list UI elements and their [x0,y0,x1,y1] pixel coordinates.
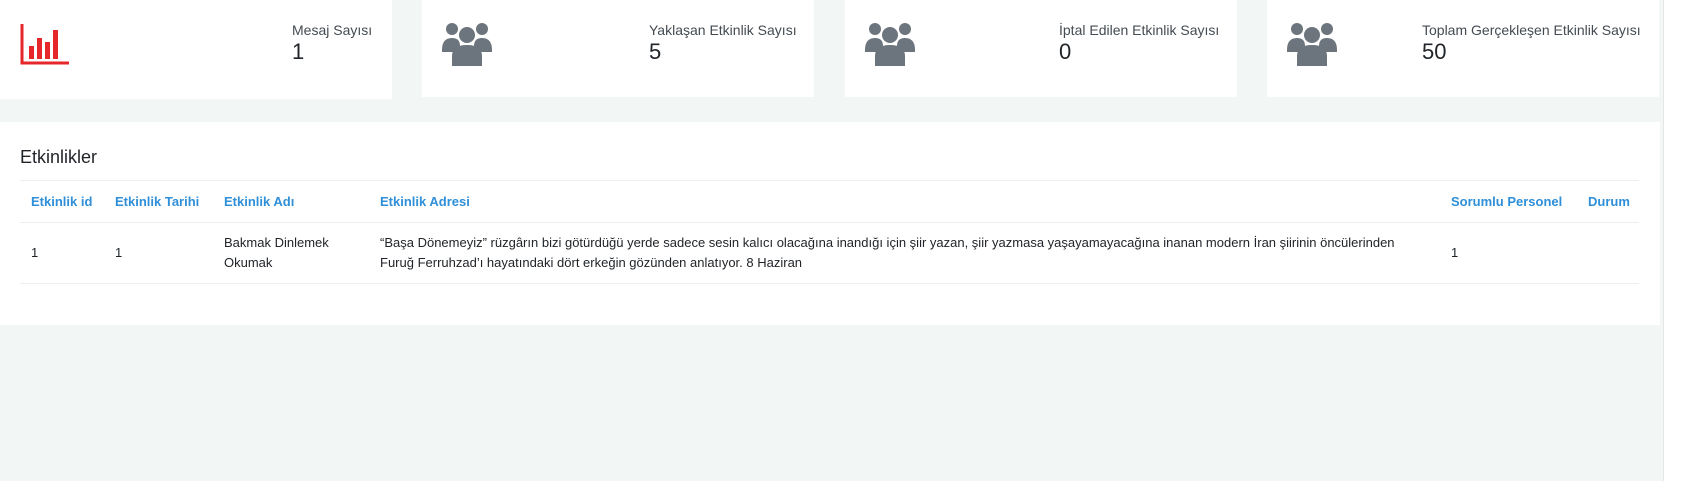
users-icon [442,23,492,66]
table-header-row: Etkinlik id Etkinlik Tarihi Etkinlik Adı… [20,181,1639,223]
stat-value: 50 [1422,39,1447,64]
cell-event-id: 1 [20,222,104,284]
column-header-event-address[interactable]: Etkinlik Adresi [369,181,1440,223]
users-icon [1287,23,1337,66]
panel-title: Etkinlikler [20,147,98,167]
users-icon [865,23,915,66]
vertical-scrollbar[interactable] [1663,0,1681,481]
stat-card-upcoming-events: Yaklaşan Etkinlik Sayısı 5 [422,0,814,97]
stat-label: Toplam Gerçekleşen Etkinlik Sayısı [1422,22,1641,38]
events-table: Etkinlik id Etkinlik Tarihi Etkinlik Adı… [20,181,1639,284]
column-header-event-date[interactable]: Etkinlik Tarihi [104,181,213,223]
stat-label: İptal Edilen Etkinlik Sayısı [1059,22,1220,38]
stat-value: 1 [292,39,305,64]
stat-value: 0 [1059,39,1072,64]
cell-event-date: 1 [104,222,213,284]
table-row[interactable]: 1 1 Bakmak Dinlemek Okumak “Başa Dönemey… [20,222,1639,284]
events-panel: Etkinlikler Etkinlik id Etkinlik Tarihi … [0,122,1660,325]
stat-value: 5 [649,39,662,64]
stat-label: Mesaj Sayısı [292,22,373,38]
column-header-responsible-staff[interactable]: Sorumlu Personel [1440,181,1577,223]
stat-label: Yaklaşan Etkinlik Sayısı [649,22,797,38]
stat-card-total-events: Toplam Gerçekleşen Etkinlik Sayısı 50 [1267,0,1659,97]
cell-event-name: Bakmak Dinlemek Okumak [213,222,369,284]
column-header-event-id[interactable]: Etkinlik id [20,181,104,223]
stat-card-message-count: Mesaj Sayısı 1 [0,0,392,99]
cell-event-address: “Başa Dönemeyiz” rüzgârın bizi götürdüğü… [369,222,1440,284]
cell-status [1577,222,1639,284]
column-header-event-name[interactable]: Etkinlik Adı [213,181,369,223]
stat-card-cancelled-events: İptal Edilen Etkinlik Sayısı 0 [845,0,1237,97]
cell-responsible-staff: 1 [1440,222,1577,284]
column-header-status[interactable]: Durum [1577,181,1639,223]
bar-chart-icon [20,24,69,65]
